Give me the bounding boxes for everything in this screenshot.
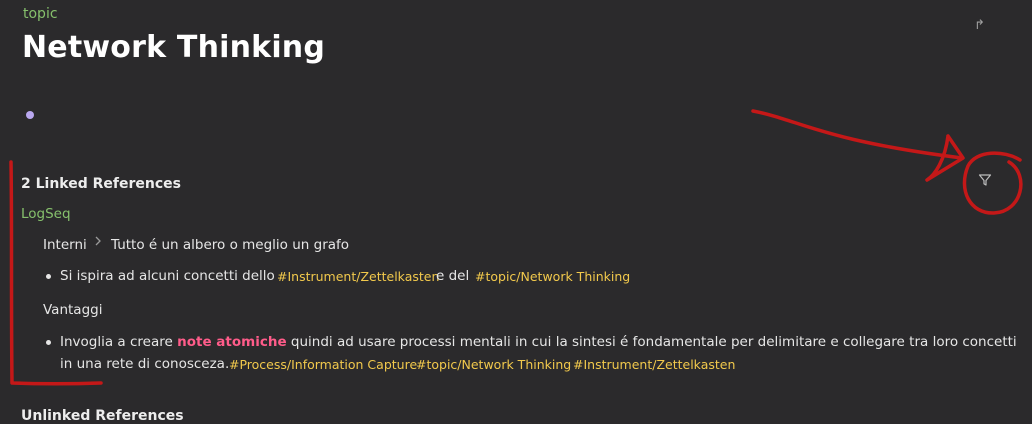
share-icon[interactable]: ↱: [974, 18, 985, 33]
annotation-arrowhead: [925, 134, 965, 182]
block-text[interactable]: e del: [436, 268, 469, 284]
filter-icon[interactable]: [978, 172, 992, 191]
unlinked-references-heading[interactable]: Unlinked References: [21, 408, 184, 424]
page-title[interactable]: Network Thinking: [22, 30, 325, 65]
breadcrumb-item[interactable]: Interni: [43, 237, 87, 253]
block-bullet[interactable]: [46, 274, 51, 279]
block-text[interactable]: in una rete di conosceza.: [60, 356, 229, 372]
breadcrumb-item[interactable]: Tutto é un albero o meglio un grafo: [111, 237, 349, 253]
empty-block-bullet[interactable]: [26, 111, 34, 119]
block-bullet[interactable]: [46, 340, 51, 345]
tag-link[interactable]: #Process/Information Capture: [229, 357, 417, 372]
highlighted-text: note atomiche: [177, 334, 287, 350]
annotation-circle: [962, 151, 1023, 215]
linked-references-heading[interactable]: 2 Linked References: [21, 176, 181, 192]
block-text[interactable]: Si ispira ad alcuni concetti dello: [60, 268, 275, 284]
reference-page-link[interactable]: LogSeq: [21, 206, 71, 222]
block-text[interactable]: Invoglia a creare note atomiche quindi a…: [60, 334, 1017, 350]
tag-link[interactable]: #Instrument/Zettelkasten: [277, 269, 439, 284]
tag-link[interactable]: #Instrument/Zettelkasten: [573, 357, 735, 372]
tag-link[interactable]: #topic/Network Thinking: [475, 269, 630, 284]
block-text-segment: Invoglia a creare: [60, 334, 173, 350]
annotation-arrow: [751, 109, 964, 160]
tag-link[interactable]: #topic/Network Thinking: [416, 357, 571, 372]
page-type-label[interactable]: topic: [23, 6, 58, 22]
breadcrumb-item[interactable]: Vantaggi: [43, 302, 102, 318]
chevron-right-icon: [94, 235, 102, 251]
block-text-segment: quindi ad usare processi mentali in cui …: [290, 334, 1017, 350]
